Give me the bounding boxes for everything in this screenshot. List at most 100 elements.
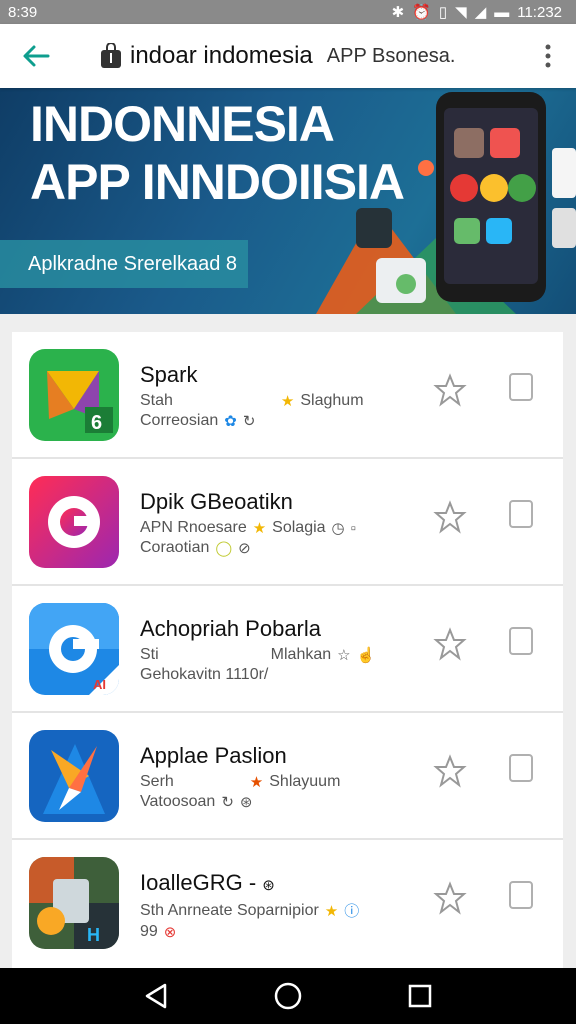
app-meta2-text: Gehokavitn 1110r/ bbox=[140, 666, 269, 683]
svg-text:6: 6 bbox=[91, 412, 102, 434]
app-meta-left: Sth Anrneate Soparnipior bbox=[140, 901, 319, 919]
select-checkbox[interactable] bbox=[509, 881, 533, 909]
app-bar: indoar indomesia APP Bsonesa. bbox=[0, 24, 576, 88]
status-time: 11:232 bbox=[517, 3, 562, 21]
page-title: indoar indomesia bbox=[130, 42, 313, 69]
status-icons: ✱ ⏰ ▯ ◥ ◢ ▬ 11:232 bbox=[391, 3, 562, 22]
shopping-bag-icon bbox=[101, 43, 121, 68]
list-item[interactable]: AI Achopriah Pobarla Sti Mlahkan ☆ ☝ Geh… bbox=[12, 586, 563, 713]
status-left-text: 8:39 bbox=[8, 3, 38, 21]
app-meta-left: Stah bbox=[140, 392, 173, 409]
circle-icon: ◯ bbox=[215, 540, 233, 557]
system-nav-bar bbox=[0, 968, 576, 1024]
page-subtitle: APP Bsonesa. bbox=[326, 44, 456, 67]
list-item[interactable]: Applae Paslion Serh ★ Shlayuum Vatoosoan… bbox=[12, 713, 563, 840]
app-icon-achopriah: AI bbox=[29, 603, 119, 695]
favorite-star-button[interactable] bbox=[432, 753, 468, 789]
app-meta-left: APN Rnoesare bbox=[140, 519, 247, 536]
status-bar: 8:39 ✱ ⏰ ▯ ◥ ◢ ▬ 11:232 bbox=[0, 0, 576, 24]
banner-title-line2: APP INNDOIISIA bbox=[30, 153, 405, 210]
flower-icon: ✿ bbox=[224, 413, 237, 430]
bluetooth-icon: ✱ bbox=[391, 4, 405, 21]
favorite-star-button[interactable] bbox=[432, 499, 468, 535]
app-info: Achopriah Pobarla Sti Mlahkan ☆ ☝ Gehoka… bbox=[140, 616, 420, 684]
circle-home-icon bbox=[274, 982, 302, 1010]
app-name: Applae Paslion bbox=[140, 743, 287, 768]
app-meta-right: Solagia bbox=[272, 519, 326, 536]
app-meta2: Correosian ✿ ↻ bbox=[140, 412, 420, 430]
app-meta-left: Serh bbox=[140, 773, 174, 790]
back-button[interactable] bbox=[8, 28, 64, 84]
app-meta: Sti Mlahkan ☆ ☝ bbox=[140, 646, 420, 664]
app-meta2-text: Correosian bbox=[140, 412, 219, 429]
svg-text:AI: AI bbox=[93, 677, 106, 692]
info-icon: ⓘ bbox=[344, 903, 360, 920]
app-meta-left: Sti bbox=[140, 646, 159, 663]
banner-title-line1: INDONNESIA bbox=[30, 96, 335, 152]
list-item[interactable]: 6 Spark Stah ★ Slaghum Correosian ✿ ↻ bbox=[12, 332, 563, 459]
app-meta2: Gehokavitn 1110r/ bbox=[140, 666, 420, 684]
app-icon-applae bbox=[29, 730, 119, 822]
arrow-back-icon bbox=[23, 45, 50, 67]
nav-recents-button[interactable] bbox=[396, 972, 444, 1020]
select-checkbox[interactable] bbox=[509, 500, 533, 528]
clock-icon: ◷ bbox=[331, 520, 345, 537]
select-checkbox[interactable] bbox=[509, 754, 533, 782]
link-icon: ⊘ bbox=[238, 540, 251, 557]
app-meta2-text: Vatoosoan bbox=[140, 793, 216, 810]
star-icon: ★ bbox=[280, 393, 295, 410]
vibrate-icon: ▯ bbox=[438, 4, 448, 21]
banner-cta-button[interactable]: Aplkradne Srerelkaad 8 bbox=[0, 240, 248, 288]
share-icon: ↻ bbox=[242, 413, 256, 430]
app-meta: Sth Anrneate Soparnipior ★ ⓘ bbox=[140, 900, 420, 921]
badge-icon: ⊛ bbox=[262, 877, 275, 894]
app-info: Spark Stah ★ Slaghum Correosian ✿ ↻ bbox=[140, 362, 420, 430]
star-icon: ★ bbox=[249, 774, 264, 791]
app-meta2: Vatoosoan ↻ ⊛ bbox=[140, 793, 420, 811]
star-icon: ★ bbox=[252, 520, 267, 537]
battery-icon: ▬ bbox=[494, 3, 510, 21]
app-name: Spark bbox=[140, 362, 198, 387]
app-name: Achopriah Pobarla bbox=[140, 616, 322, 641]
app-name: IoalleGRG - ⊛ bbox=[140, 870, 420, 896]
app-info: Dpik GBeoatikn APN Rnoesare ★ Solagia ◷ … bbox=[140, 489, 420, 557]
nav-home-button[interactable] bbox=[264, 972, 312, 1020]
star-icon: ★ bbox=[324, 902, 339, 920]
select-checkbox[interactable] bbox=[509, 627, 533, 655]
app-meta-right: Slaghum bbox=[300, 392, 364, 409]
nav-back-button[interactable] bbox=[132, 972, 180, 1020]
app-meta2: Coraotian ◯ ⊘ bbox=[140, 539, 420, 557]
favorite-star-button[interactable] bbox=[432, 626, 468, 662]
app-meta2: 99 ⊗ bbox=[140, 923, 420, 941]
more-vert-icon bbox=[545, 44, 551, 68]
favorite-star-button[interactable] bbox=[432, 880, 468, 916]
favorite-star-button[interactable] bbox=[432, 372, 468, 408]
svg-text:H: H bbox=[87, 925, 100, 945]
app-icon-spark: 6 bbox=[29, 349, 119, 441]
app-meta2-text: Coraotian bbox=[140, 539, 210, 556]
app-icon-ioalle: H bbox=[29, 857, 119, 949]
refresh-icon: ↻ bbox=[221, 794, 234, 811]
app-info: IoalleGRG - ⊛ Sth Anrneate Soparnipior ★… bbox=[140, 870, 420, 941]
select-checkbox[interactable] bbox=[509, 373, 533, 401]
star-icon: ☆ bbox=[337, 647, 351, 664]
list-item[interactable]: H IoalleGRG - ⊛ Sth Anrneate Soparnipior… bbox=[12, 840, 563, 967]
title-wrap: indoar indomesia APP Bsonesa. bbox=[100, 42, 524, 70]
app-meta: Stah ★ Slaghum bbox=[140, 392, 420, 410]
wifi-icon: ◥ bbox=[455, 4, 467, 21]
banner-title: INDONNESIA APP INNDOIISIA bbox=[30, 96, 405, 211]
promo-banner[interactable]: INDONNESIA APP INNDOIISIA Aplkradne Srer… bbox=[0, 88, 576, 314]
app-info: Applae Paslion Serh ★ Shlayuum Vatoosoan… bbox=[140, 743, 420, 811]
signal-icon: ◢ bbox=[474, 4, 487, 21]
doc-icon: ▫ bbox=[350, 519, 356, 537]
badge-icon: ⊛ bbox=[239, 794, 253, 811]
warning-icon: ⊗ bbox=[163, 924, 177, 941]
hand-icon: ☝ bbox=[356, 647, 376, 664]
list-item[interactable]: Dpik GBeoatikn APN Rnoesare ★ Solagia ◷ … bbox=[12, 459, 563, 586]
triangle-back-icon bbox=[145, 983, 167, 1009]
app-icon-dpik bbox=[29, 476, 119, 568]
app-name-text: IoalleGRG - bbox=[140, 870, 257, 895]
overflow-menu-button[interactable] bbox=[524, 32, 572, 80]
app-meta-right: Shlayuum bbox=[269, 773, 341, 790]
app-meta-right: Mlahkan bbox=[270, 646, 332, 663]
